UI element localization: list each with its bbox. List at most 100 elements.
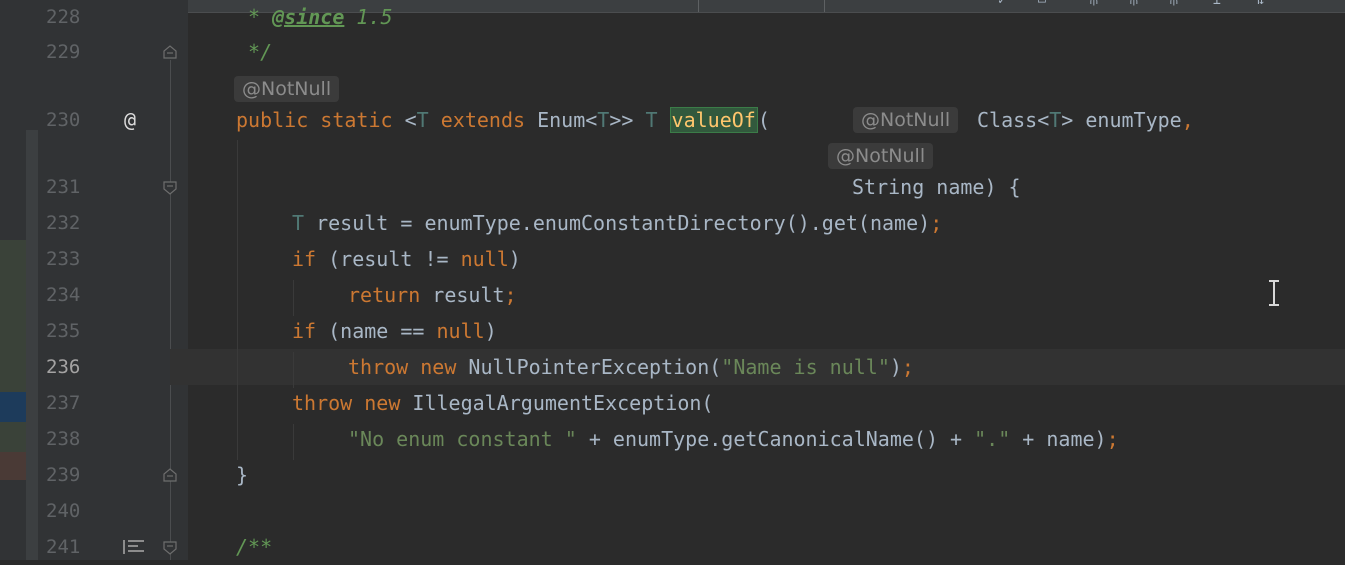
line-number: 231: [46, 176, 81, 198]
line-number-current: 236: [46, 356, 81, 378]
toolbar-arrow-icon[interactable]: ⌃: [958, 0, 966, 8]
keyword: new: [364, 391, 401, 415]
keyword: throw: [348, 355, 409, 379]
text-cursor-icon: [1269, 280, 1279, 306]
keyword: extends: [440, 108, 526, 132]
code-line-230-params[interactable]: Class<T> enumType,: [977, 102, 1194, 138]
keyword: return: [348, 283, 421, 307]
override-marker-icon[interactable]: @: [124, 106, 136, 134]
type-param: T: [1049, 108, 1062, 132]
punctuation: ;: [504, 283, 517, 307]
code-text: + enumType.getCanonicalName() +: [576, 427, 975, 451]
line-number: 232: [46, 212, 81, 234]
line-number: 233: [46, 248, 81, 270]
punctuation: ;: [1106, 427, 1119, 451]
inlay-hint-param: @NotNull: [828, 143, 934, 169]
doc-comment: 1.5: [344, 5, 393, 29]
code-line-231[interactable]: String name) {: [852, 169, 1021, 205]
line-number: 228: [46, 6, 81, 28]
code-line-235[interactable]: if (name == null): [292, 313, 497, 349]
added-lines-marker-2: [0, 422, 26, 452]
code-text: Class<: [977, 108, 1050, 132]
keyword: null: [436, 319, 485, 343]
code-line-228[interactable]: * @since 1.5: [236, 0, 393, 35]
fold-guide-line: [170, 60, 171, 560]
error-marker: [0, 452, 26, 480]
code-text: NullPointerException(: [456, 355, 722, 379]
line-number: 239: [46, 464, 81, 486]
code-text: Enum<: [525, 108, 598, 132]
selection-marker: [0, 392, 26, 422]
line-number: 235: [46, 320, 81, 342]
line-number: 240: [46, 500, 81, 522]
type-param: T: [597, 108, 610, 132]
method-name-highlighted[interactable]: valueOf: [669, 107, 758, 133]
code-line-233[interactable]: if (result != null): [292, 241, 521, 277]
keyword: if: [292, 319, 317, 343]
code-line-237[interactable]: throw new IllegalArgumentException(: [292, 385, 713, 421]
code-text: (: [757, 108, 770, 132]
indent-guide: [237, 140, 238, 460]
code-line-229[interactable]: */: [236, 34, 272, 70]
line-number: 237: [46, 392, 81, 414]
toolbar-separator: [824, 0, 825, 12]
doc-comment: *: [236, 5, 273, 29]
strip-divider: [26, 130, 38, 560]
fold-start-icon[interactable]: [162, 540, 178, 556]
keyword: throw: [292, 391, 353, 415]
inlay-hint-param: @NotNull: [853, 107, 959, 133]
toolbar-separator: [698, 0, 699, 12]
code-text: + name): [1010, 427, 1107, 451]
code-line-238[interactable]: "No enum constant " + enumType.getCanoni…: [348, 421, 1119, 457]
toolbar-tree-icon-3[interactable]: ⫛: [1170, 0, 1178, 8]
code-line-239[interactable]: }: [236, 457, 248, 493]
doc-tag: @since: [272, 5, 345, 29]
toolbar-sort-icon[interactable]: ⇅: [1256, 0, 1264, 8]
toolbar-box-icon[interactable]: ▭: [1038, 0, 1046, 8]
code-text: IllegalArgumentException(: [400, 391, 714, 415]
code-text: ): [508, 247, 521, 271]
type-param: T: [645, 108, 658, 132]
string-literal: ".": [974, 427, 1011, 451]
punctuation: ;: [930, 211, 943, 235]
doc-render-icon[interactable]: [122, 538, 146, 556]
code-line-230[interactable]: public static <T extends Enum<T>> T valu…: [236, 102, 770, 138]
indent-guide: [293, 280, 294, 316]
code-text: >>: [609, 108, 646, 132]
inlay-hint-annotation: @NotNull: [234, 76, 340, 102]
keyword: static: [320, 108, 393, 132]
code-text: ): [484, 319, 497, 343]
toolbar-tree-icon-2[interactable]: ⫛: [1130, 0, 1138, 8]
fold-end-icon[interactable]: [162, 44, 178, 60]
code-text: (name ==: [316, 319, 437, 343]
line-number: 230: [46, 109, 81, 131]
editor-toolbar: ⌃ ✓ ▭ ⫛ ⫛ ⫛ ⊥ ⇅: [38, 0, 1345, 13]
keyword: new: [420, 355, 457, 379]
type-param: T: [416, 108, 429, 132]
code-line-236[interactable]: throw new NullPointerException("Name is …: [348, 349, 914, 385]
toolbar-split-icon[interactable]: ⊥: [1213, 0, 1221, 8]
added-lines-marker: [0, 240, 26, 392]
keyword: public: [236, 108, 309, 132]
code-line-232[interactable]: T result = enumType.enumConstantDirector…: [292, 205, 942, 241]
code-text: > enumType: [1061, 108, 1182, 132]
line-number: 229: [46, 41, 81, 63]
line-number: 234: [46, 284, 81, 306]
indent-guide: [293, 352, 294, 388]
type-param: T: [292, 211, 305, 235]
line-number: 238: [46, 428, 81, 450]
code-text: <: [392, 108, 417, 132]
toolbar-tree-icon[interactable]: ⫛: [1090, 0, 1098, 8]
fold-end-icon[interactable]: [162, 467, 178, 483]
string-literal: "Name is null": [721, 355, 890, 379]
code-text: result: [420, 283, 505, 307]
keyword: null: [460, 247, 509, 271]
code-line-234[interactable]: return result;: [348, 277, 517, 313]
fold-start-icon[interactable]: [162, 180, 178, 196]
keyword: if: [292, 247, 317, 271]
indent-guide: [293, 424, 294, 460]
toolbar-check-icon[interactable]: ✓: [998, 0, 1006, 8]
string-literal: "No enum constant ": [348, 427, 577, 451]
code-text: (result !=: [316, 247, 461, 271]
code-text: result = enumType.enumConstantDirectory(…: [304, 211, 931, 235]
